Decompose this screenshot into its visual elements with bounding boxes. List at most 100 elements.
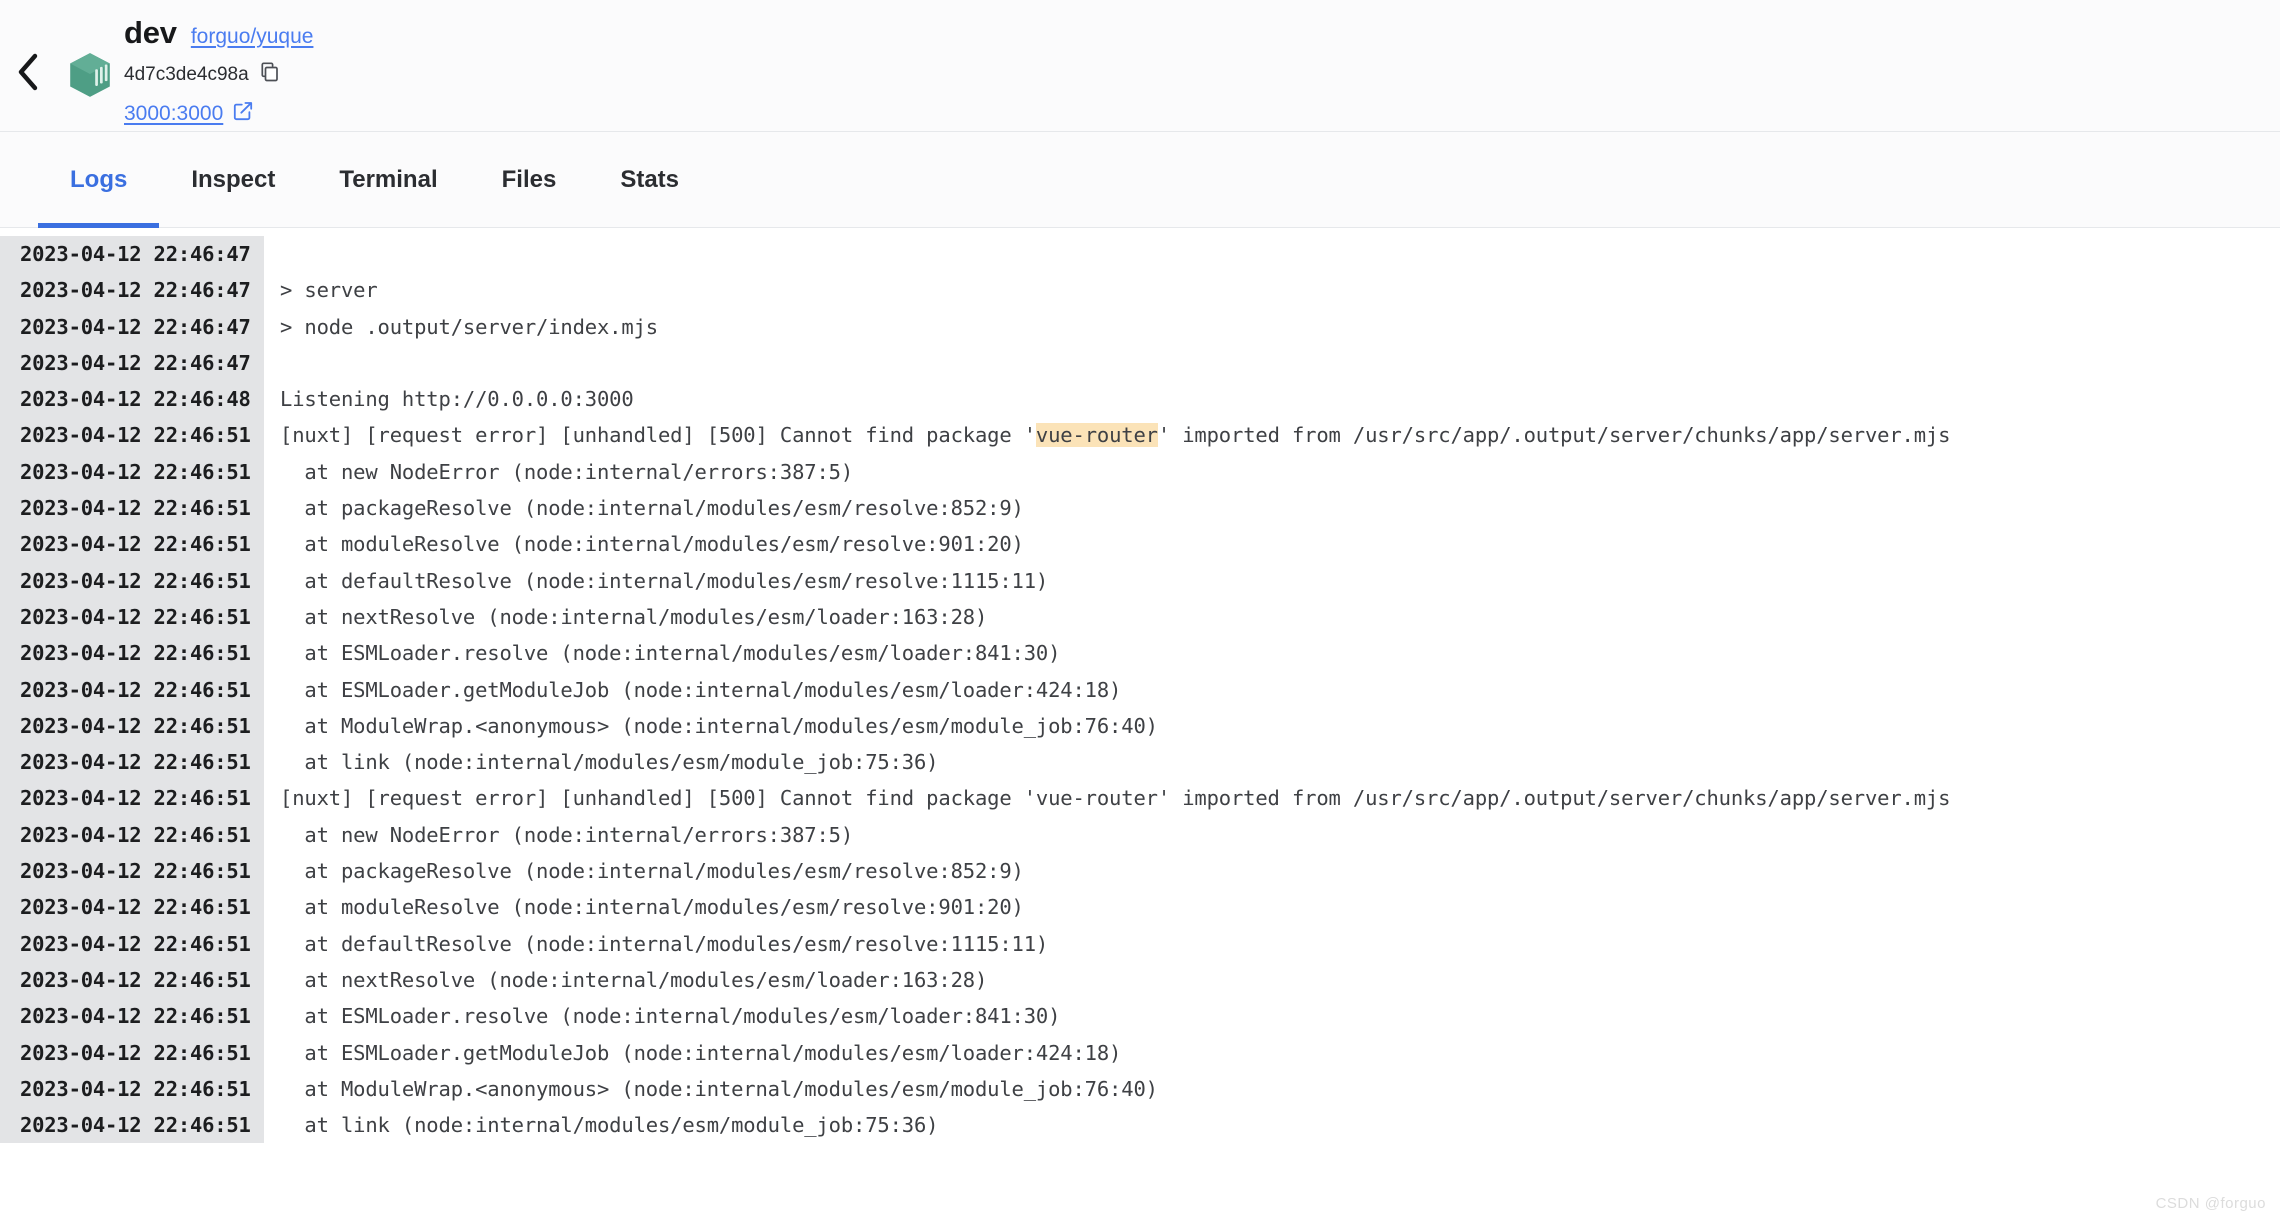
- log-message: at ESMLoader.resolve (node:internal/modu…: [264, 998, 2280, 1034]
- external-link-icon[interactable]: [232, 100, 254, 127]
- log-line: 2023-04-12 22:46:51 at packageResolve (n…: [0, 490, 2280, 526]
- back-button[interactable]: [0, 14, 56, 92]
- log-timestamp: 2023-04-12 22:46:51: [0, 744, 264, 780]
- log-line: 2023-04-12 22:46:51 at moduleResolve (no…: [0, 889, 2280, 925]
- log-timestamp: 2023-04-12 22:46:48: [0, 381, 264, 417]
- log-message: at link (node:internal/modules/esm/modul…: [264, 1107, 2280, 1143]
- log-line: 2023-04-12 22:46:47> node .output/server…: [0, 309, 2280, 345]
- log-output-panel[interactable]: 2023-04-12 22:46:472023-04-12 22:46:47> …: [0, 228, 2280, 1220]
- log-line: 2023-04-12 22:46:51 at moduleResolve (no…: [0, 526, 2280, 562]
- log-message: > server: [264, 272, 2280, 308]
- container-id-value: 4d7c3de4c98a: [124, 64, 249, 86]
- header-text-block: dev forguo/yuque 4d7c3de4c98a 3000:3000: [124, 14, 313, 127]
- tab-label: Stats: [620, 166, 679, 194]
- log-line: 2023-04-12 22:46:51 at defaultResolve (n…: [0, 563, 2280, 599]
- log-message: [nuxt] [request error] [unhandled] [500]…: [264, 780, 2280, 816]
- chevron-left-icon: [15, 52, 41, 92]
- log-line: 2023-04-12 22:46:51 at packageResolve (n…: [0, 853, 2280, 889]
- log-line: 2023-04-12 22:46:51 at new NodeError (no…: [0, 817, 2280, 853]
- log-timestamp: 2023-04-12 22:46:51: [0, 454, 264, 490]
- log-timestamp: 2023-04-12 22:46:47: [0, 309, 264, 345]
- log-timestamp: 2023-04-12 22:46:47: [0, 345, 264, 381]
- log-search-highlight: vue-router: [1036, 423, 1158, 447]
- log-line: 2023-04-12 22:46:51[nuxt] [request error…: [0, 417, 2280, 453]
- log-line: 2023-04-12 22:46:51 at new NodeError (no…: [0, 454, 2280, 490]
- log-timestamp: 2023-04-12 22:46:51: [0, 1071, 264, 1107]
- log-line: 2023-04-12 22:46:51 at ESMLoader.resolve…: [0, 635, 2280, 671]
- log-line: 2023-04-12 22:46:48Listening http://0.0.…: [0, 381, 2280, 417]
- log-message: at ESMLoader.resolve (node:internal/modu…: [264, 635, 2280, 671]
- tab-inspect[interactable]: Inspect: [159, 132, 307, 227]
- log-message: at nextResolve (node:internal/modules/es…: [264, 599, 2280, 635]
- log-timestamp: 2023-04-12 22:46:51: [0, 635, 264, 671]
- container-header: dev forguo/yuque 4d7c3de4c98a 3000:3000: [0, 0, 2280, 132]
- log-line: 2023-04-12 22:46:51 at link (node:intern…: [0, 1107, 2280, 1143]
- log-timestamp: 2023-04-12 22:46:51: [0, 998, 264, 1034]
- log-line: 2023-04-12 22:46:51 at defaultResolve (n…: [0, 926, 2280, 962]
- log-message: at moduleResolve (node:internal/modules/…: [264, 889, 2280, 925]
- log-timestamp: 2023-04-12 22:46:51: [0, 417, 264, 453]
- log-message: [nuxt] [request error] [unhandled] [500]…: [264, 417, 2280, 453]
- log-timestamp: 2023-04-12 22:46:51: [0, 490, 264, 526]
- log-message: at nextResolve (node:internal/modules/es…: [264, 962, 2280, 998]
- log-timestamp: 2023-04-12 22:46:51: [0, 672, 264, 708]
- copy-icon[interactable]: [259, 61, 281, 88]
- log-line: 2023-04-12 22:46:51 at ModuleWrap.<anony…: [0, 1071, 2280, 1107]
- log-message: at packageResolve (node:internal/modules…: [264, 853, 2280, 889]
- container-cube-icon: [56, 14, 124, 100]
- log-message: at defaultResolve (node:internal/modules…: [264, 563, 2280, 599]
- tab-label: Inspect: [191, 166, 275, 194]
- log-timestamp: 2023-04-12 22:46:47: [0, 236, 264, 272]
- tab-label: Logs: [70, 166, 127, 194]
- log-timestamp: 2023-04-12 22:46:47: [0, 272, 264, 308]
- log-line: 2023-04-12 22:46:51 at nextResolve (node…: [0, 599, 2280, 635]
- repo-link[interactable]: forguo/yuque: [191, 25, 314, 48]
- container-id-row: 4d7c3de4c98a: [124, 61, 313, 88]
- log-timestamp: 2023-04-12 22:46:51: [0, 926, 264, 962]
- log-line: 2023-04-12 22:46:51 at link (node:intern…: [0, 744, 2280, 780]
- log-message: at new NodeError (node:internal/errors:3…: [264, 454, 2280, 490]
- log-message: at packageResolve (node:internal/modules…: [264, 490, 2280, 526]
- log-line: 2023-04-12 22:46:47> server: [0, 272, 2280, 308]
- log-timestamp: 2023-04-12 22:46:51: [0, 1107, 264, 1143]
- port-link[interactable]: 3000:3000: [124, 102, 223, 126]
- log-timestamp: 2023-04-12 22:46:51: [0, 817, 264, 853]
- log-message: at moduleResolve (node:internal/modules/…: [264, 526, 2280, 562]
- log-message: > node .output/server/index.mjs: [264, 309, 2280, 345]
- log-message: at defaultResolve (node:internal/modules…: [264, 926, 2280, 962]
- log-line: 2023-04-12 22:46:51 at ESMLoader.getModu…: [0, 672, 2280, 708]
- log-line: 2023-04-12 22:46:47: [0, 345, 2280, 381]
- log-message: at ModuleWrap.<anonymous> (node:internal…: [264, 708, 2280, 744]
- log-timestamp: 2023-04-12 22:46:51: [0, 1035, 264, 1071]
- log-line: 2023-04-12 22:46:51[nuxt] [request error…: [0, 780, 2280, 816]
- log-message: at link (node:internal/modules/esm/modul…: [264, 744, 2280, 780]
- log-timestamp: 2023-04-12 22:46:51: [0, 889, 264, 925]
- tab-label: Files: [502, 166, 557, 194]
- tab-label: Terminal: [339, 166, 437, 194]
- log-timestamp: 2023-04-12 22:46:51: [0, 563, 264, 599]
- page-title: dev: [124, 16, 177, 50]
- tab-files[interactable]: Files: [470, 132, 589, 227]
- port-row: 3000:3000: [124, 100, 313, 127]
- log-timestamp: 2023-04-12 22:46:51: [0, 708, 264, 744]
- tab-terminal[interactable]: Terminal: [307, 132, 469, 227]
- title-row: dev forguo/yuque: [124, 16, 313, 50]
- log-timestamp: 2023-04-12 22:46:51: [0, 853, 264, 889]
- tab-bar: Logs Inspect Terminal Files Stats: [0, 132, 2280, 228]
- log-message: Listening http://0.0.0.0:3000: [264, 381, 2280, 417]
- log-line-list: 2023-04-12 22:46:472023-04-12 22:46:47> …: [0, 236, 2280, 1143]
- tab-stats[interactable]: Stats: [588, 132, 711, 227]
- log-line: 2023-04-12 22:46:51 at ESMLoader.getModu…: [0, 1035, 2280, 1071]
- log-timestamp: 2023-04-12 22:46:51: [0, 962, 264, 998]
- log-message: at ESMLoader.getModuleJob (node:internal…: [264, 1035, 2280, 1071]
- log-timestamp: 2023-04-12 22:46:51: [0, 526, 264, 562]
- log-message: at new NodeError (node:internal/errors:3…: [264, 817, 2280, 853]
- tab-logs[interactable]: Logs: [38, 132, 159, 227]
- log-message: at ModuleWrap.<anonymous> (node:internal…: [264, 1071, 2280, 1107]
- log-line: 2023-04-12 22:46:51 at nextResolve (node…: [0, 962, 2280, 998]
- log-line: 2023-04-12 22:46:47: [0, 236, 2280, 272]
- log-message: at ESMLoader.getModuleJob (node:internal…: [264, 672, 2280, 708]
- log-timestamp: 2023-04-12 22:46:51: [0, 780, 264, 816]
- log-line: 2023-04-12 22:46:51 at ModuleWrap.<anony…: [0, 708, 2280, 744]
- watermark: CSDN @forguo: [2156, 1195, 2266, 1212]
